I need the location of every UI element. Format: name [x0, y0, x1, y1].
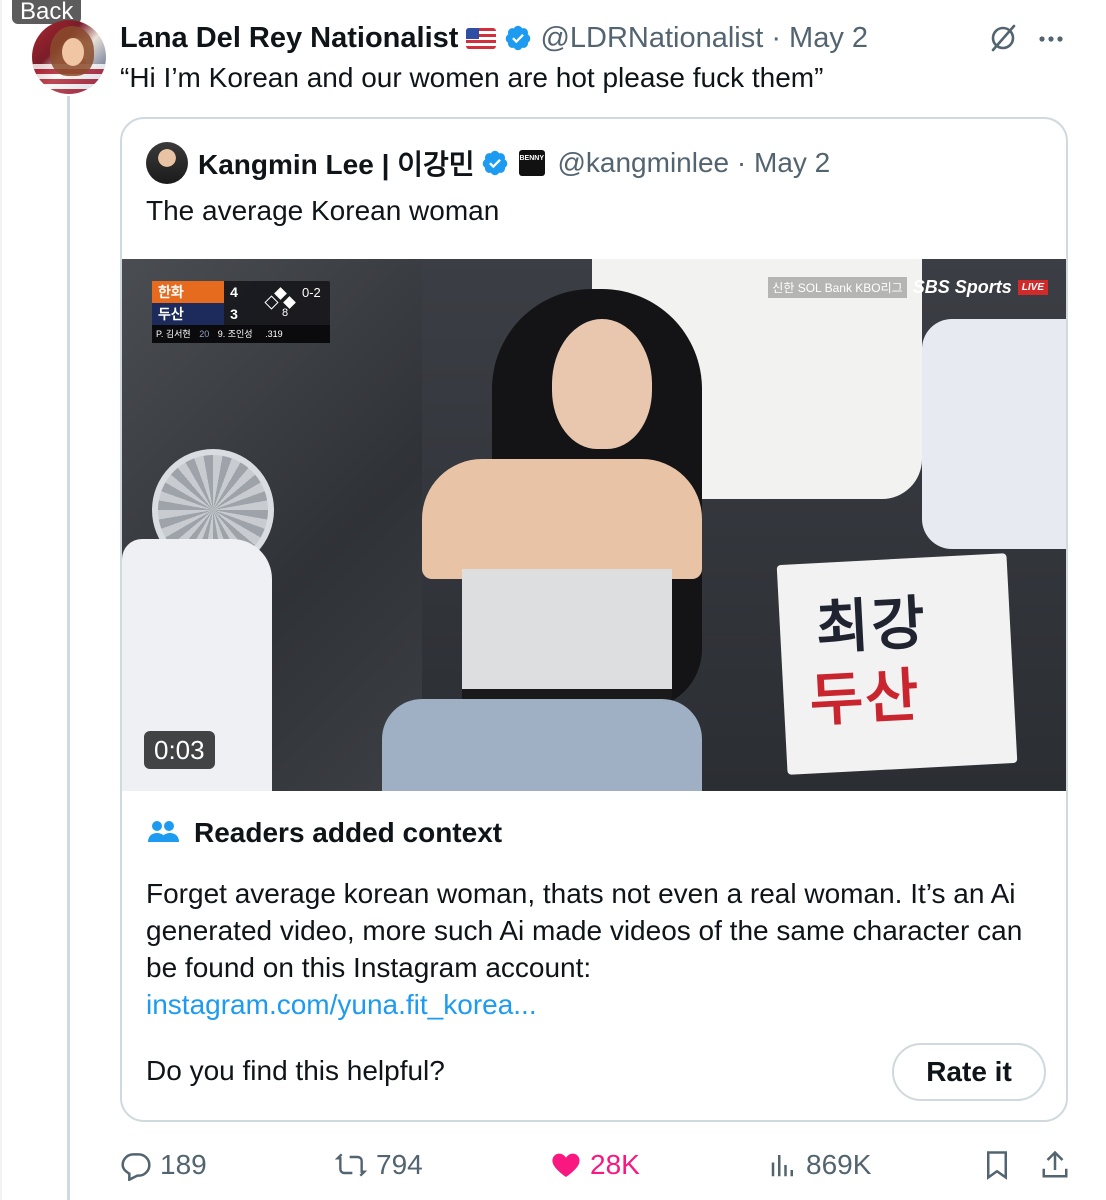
thread-connector-line — [67, 96, 70, 1200]
repost-count: 794 — [376, 1149, 423, 1180]
quoted-tweet-card[interactable]: Kangmin Lee | 이강민 BENNY SHOW @kangminlee… — [120, 117, 1068, 1122]
author-handle-date[interactable]: @LDRNationalist · May 2 — [540, 22, 868, 55]
live-badge: LIVE — [1017, 280, 1048, 295]
community-note-link[interactable]: instagram.com/yuna.fit_korea... — [146, 989, 537, 1020]
community-note-title: Readers added context — [146, 815, 502, 851]
reply-count: 189 — [160, 1149, 207, 1180]
community-note-heading: Readers added context — [194, 817, 503, 848]
fan-sign-line2: 두산 — [808, 662, 923, 734]
video-person-jeans — [382, 699, 702, 791]
affiliate-badge-icon: BENNY SHOW — [519, 150, 568, 176]
views-button[interactable]: 869K — [768, 1146, 871, 1184]
team1-score: 4 — [230, 284, 238, 300]
more-options-icon[interactable] — [1036, 24, 1066, 54]
repost-icon — [334, 1153, 368, 1177]
ball-strike-count: 0-2 — [302, 285, 321, 300]
video-person-top — [462, 569, 672, 699]
sponsor-label: 신한 SOL Bank KBO리그 — [768, 277, 907, 298]
tweet-header: Lana Del Rey Nationalist @LDRNationalist… — [120, 18, 868, 58]
community-note-text: Forget average korean woman, thats not e… — [146, 878, 1023, 983]
community-note: Readers added context Forget average kor… — [122, 791, 1066, 1120]
reply-icon — [121, 1153, 151, 1181]
scorebug-info-bar: P. 김서현 20 9. 조인성 .319 — [152, 325, 330, 343]
outs-indicator: 8 — [282, 307, 289, 319]
pitcher-label: P. 김서현 — [156, 329, 191, 339]
quoted-author-handle-date[interactable]: @kangminlee · May 2 — [557, 147, 830, 179]
quoted-tweet-text: The average Korean woman — [146, 195, 500, 226]
avatar[interactable] — [32, 20, 106, 94]
bases-diamond-icon — [264, 287, 296, 310]
verified-badge-icon — [506, 25, 531, 51]
team1-name: 한화 — [152, 281, 224, 303]
avatar-face — [62, 38, 84, 66]
heart-icon — [552, 1153, 580, 1177]
view-count: 869K — [806, 1149, 872, 1180]
quoted-author-display-name[interactable]: Kangmin Lee | 이강민 — [198, 143, 474, 183]
video-player[interactable]: 한화 4 두산 3 0-2 8 P. 김서현 20 9. 조인성 .319 신한… — [122, 259, 1066, 791]
people-icon — [148, 821, 179, 842]
broadcast-logo: 신한 SOL Bank KBO리그 SBS Sports LIVE — [768, 277, 1048, 298]
verified-badge-icon — [483, 150, 508, 176]
scorebug: 한화 4 두산 3 0-2 8 P. 김서현 20 9. 조인성 .319 — [152, 281, 330, 343]
video-duration: 0:03 — [144, 731, 215, 769]
like-button[interactable]: 28K — [550, 1146, 640, 1184]
video-jersey-right — [922, 319, 1066, 549]
tweet-text: “Hi I’m Korean and our women are hot ple… — [120, 62, 824, 93]
fan-sign: 최강 두산 — [776, 553, 1018, 775]
batting-average: .319 — [265, 329, 283, 339]
share-icon[interactable] — [1040, 1148, 1070, 1182]
team2-score: 3 — [230, 306, 238, 322]
pitch-count: 20 — [199, 329, 210, 339]
batter-label: 9. 조인성 — [217, 329, 253, 339]
quoted-author-avatar[interactable] — [146, 142, 188, 184]
repost-button[interactable]: 794 — [334, 1146, 423, 1184]
grok-icon[interactable] — [985, 20, 1021, 56]
timeline-border — [0, 0, 2, 1200]
team2-name: 두산 — [152, 303, 224, 325]
reply-button[interactable]: 189 — [120, 1146, 207, 1184]
video-person-shoulders — [422, 459, 702, 579]
network-label: SBS Sports — [912, 277, 1012, 297]
author-display-name[interactable]: Lana Del Rey Nationalist — [120, 22, 458, 55]
rate-it-button[interactable]: Rate it — [892, 1043, 1046, 1101]
helpful-prompt: Do you find this helpful? — [146, 1055, 445, 1086]
us-flag-icon — [466, 27, 497, 49]
video-person-face — [552, 319, 652, 449]
community-note-body: Forget average korean woman, thats not e… — [146, 875, 1046, 1023]
bookmark-icon[interactable] — [982, 1148, 1012, 1182]
quoted-tweet-header: Kangmin Lee | 이강민 BENNY SHOW @kangminlee… — [198, 143, 830, 183]
analytics-icon — [771, 1155, 793, 1177]
like-count: 28K — [590, 1149, 640, 1180]
